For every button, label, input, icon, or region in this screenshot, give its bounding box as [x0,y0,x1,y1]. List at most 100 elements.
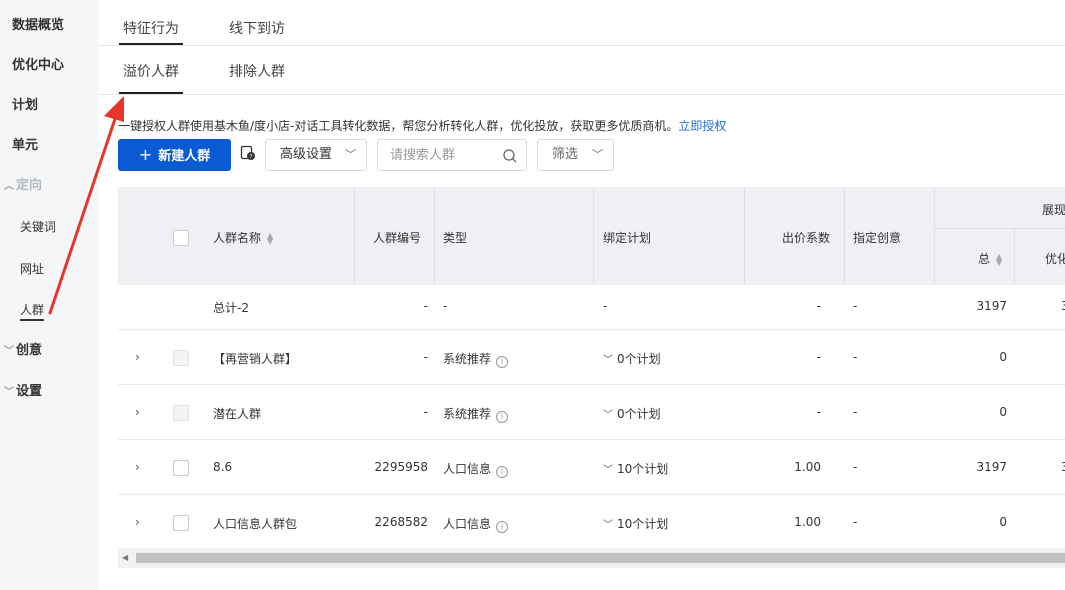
chevron-down-icon: ﹀ [592,148,603,161]
summary-name: 总计-2 [213,301,249,315]
help-doc-icon[interactable]: ? [240,145,256,161]
row-name[interactable]: 潜在人群 [213,405,261,422]
table-row: › 8.6 2295958 人口信息 i ﹀ 10个计划 1.00 - 3197 3 [118,440,1065,495]
sidebar-item-unit[interactable]: 单元 [0,126,98,166]
table-row: › 潜在人群 - 系统推荐 i ﹀ 0个计划 - - 0 [118,385,1065,440]
new-audience-button[interactable]: + 新建人群 [118,139,231,171]
sidebar-group-creative[interactable]: ﹀ 创意 [0,331,98,371]
row-checkbox [173,405,189,421]
row-bid: - [816,350,821,364]
tab-label: 特征行为 [123,21,179,37]
summary-creative: - [853,299,858,313]
sidebar-item-optimization[interactable]: 优化中心 [0,46,98,86]
header-label: 总 [978,252,991,266]
tab-label: 排除人群 [229,64,285,80]
advanced-settings-label: 高级设置 [280,147,333,162]
sort-icon[interactable]: ▲ ▼ [267,231,273,245]
row-plan-label: 0个计划 [617,407,661,421]
sidebar-item-label: 计划 [12,98,39,113]
row-id: - [423,350,428,364]
row-type: 人口信息 i [443,460,509,478]
expand-icon[interactable]: › [135,405,140,419]
row-plan[interactable]: ﹀ 10个计划 [603,515,668,532]
table-row: › 【再营销人群】 - 系统推荐 i ﹀ 0个计划 - - 0 [118,330,1065,385]
row-checkbox[interactable] [173,460,189,476]
scrollbar-thumb[interactable] [136,553,1065,563]
sidebar-group-settings[interactable]: ﹀ 设置 [0,372,98,412]
column-divider [844,187,845,285]
info-icon[interactable]: i [496,466,509,478]
row-checkbox [173,350,189,366]
expand-icon[interactable]: › [135,460,140,474]
chevron-down-icon: ﹀ [4,387,14,398]
row-name[interactable]: 人口信息人群包 [213,515,297,532]
row-bid: 1.00 [794,515,821,529]
sidebar-item-keywords[interactable]: 关键词 [0,207,98,247]
header-bid: 出价系数 [782,231,831,245]
sidebar-item-overview[interactable]: 数据概览 [0,6,98,46]
header-plan: 绑定计划 [603,231,652,245]
secondary-tabs: 溢价人群 溢价人群 排除人群 [98,48,1065,95]
primary-tabs: 特征行为 特征行为 线下到访 [98,0,1065,46]
header-group-show: 展现 [1042,203,1065,217]
row-type-label: 系统推荐 [443,407,492,421]
authorize-link[interactable]: 立即授权 [678,119,726,133]
row-bid: 1.00 [794,460,821,474]
column-divider [1014,228,1015,285]
header-optimized: 优化 [1045,252,1065,266]
tab-feature-behavior[interactable]: 特征行为 特征行为 [119,0,183,45]
sidebar-item-plan[interactable]: 计划 [0,86,98,126]
header-total[interactable]: 总 ▲ ▼ [978,250,1002,267]
row-name[interactable]: 8.6 [213,460,232,474]
row-total: 0 [999,405,1007,419]
column-divider [934,187,935,285]
tab-label: 线下到访 [229,21,285,37]
search-icon[interactable] [502,148,518,164]
sidebar-item-audience[interactable]: 人群 [0,290,98,330]
expand-icon[interactable]: › [135,350,140,364]
row-checkbox[interactable] [173,515,189,531]
tab-premium-audience[interactable]: 溢价人群 溢价人群 [119,48,183,94]
info-icon[interactable]: i [496,356,509,368]
sort-icon[interactable]: ▲ ▼ [996,252,1002,266]
search-input[interactable] [390,140,500,170]
header-name[interactable]: 人群名称 ▲ ▼ [213,229,273,246]
sidebar-group-label: 设置 [16,384,43,399]
advanced-settings-dropdown[interactable]: 高级设置 ﹀ [265,139,367,171]
row-id: 2268582 [374,515,428,529]
select-all-checkbox[interactable] [173,230,189,246]
sidebar-group-targeting[interactable]: ︿ 定向 [0,166,98,206]
row-name[interactable]: 【再营销人群】 [213,350,297,367]
horizontal-scrollbar[interactable]: ◀ [118,548,1065,568]
row-total: 0 [999,350,1007,364]
summary-id: - [423,299,428,313]
column-divider [434,187,435,285]
scroll-left-icon[interactable]: ◀ [122,553,128,562]
tab-underline [119,92,183,94]
info-icon[interactable]: i [496,521,509,533]
sidebar-item-url[interactable]: 网址 [0,249,98,289]
chevron-down-icon: ﹀ [603,410,613,421]
expand-icon[interactable]: › [135,515,140,529]
column-divider [593,187,594,285]
new-audience-label: 新建人群 [158,149,211,164]
header-label: 人群名称 [213,231,262,245]
row-id: 2295958 [374,460,428,474]
summary-total: 3197 [976,299,1007,313]
row-plan[interactable]: ﹀ 0个计划 [603,350,661,367]
row-plan[interactable]: ﹀ 10个计划 [603,460,668,477]
chevron-down-icon: ﹀ [4,346,14,357]
row-creative: - [853,350,858,364]
filter-dropdown[interactable]: 筛选 ﹀ [537,139,614,171]
row-creative: - [853,405,858,419]
chevron-up-icon: ︿ [4,181,14,192]
summary-bid: - [816,299,821,313]
sidebar-item-label: 单元 [12,138,39,153]
table-row: › 人口信息人群包 2268582 人口信息 i ﹀ 10个计划 1.00 - 0 [118,495,1065,550]
filter-label: 筛选 [552,147,579,162]
search-field[interactable] [377,139,527,171]
info-icon[interactable]: i [496,411,509,423]
column-divider [354,187,355,285]
notice-text: 一键授权人群使用基木鱼/度小店-对话工具转化数据，帮您分析转化人群，优化投放，获… [118,119,679,133]
row-plan[interactable]: ﹀ 0个计划 [603,405,661,422]
